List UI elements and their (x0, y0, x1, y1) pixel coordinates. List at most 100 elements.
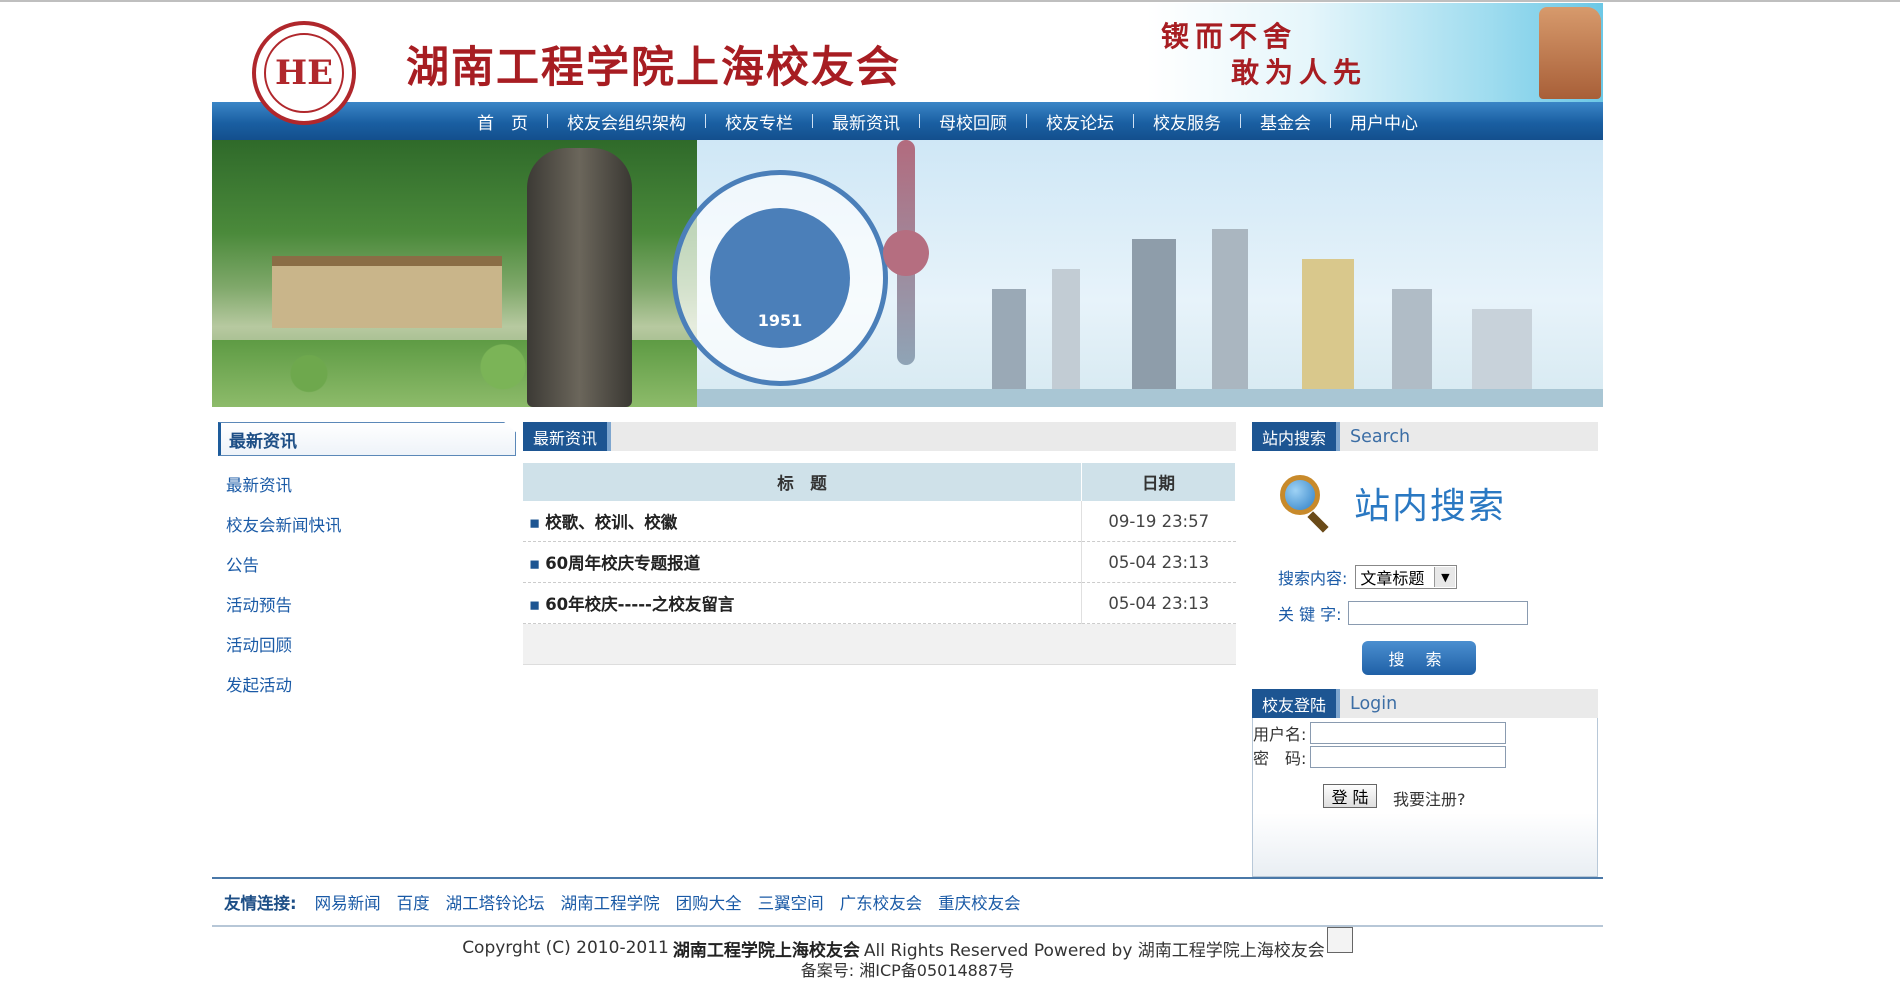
username-input[interactable] (1310, 722, 1507, 744)
left-sidebar: 最新资讯 最新资讯 校友会新闻快讯 公告 活动预告 活动回顾 发起活动 (218, 422, 516, 706)
site-header: HE 湖南工程学院上海校友会 锲而不舍 敢为人先 (212, 3, 1603, 125)
nav-separator (1330, 114, 1331, 128)
news-link[interactable]: 校歌、校训、校徽 (545, 513, 677, 532)
search-panel-header: 站内搜索 Search (1252, 422, 1598, 451)
copyright-prefix: Copyrght (C) 2010-2011 (462, 938, 669, 958)
table-row: ▪ 60年校庆-----之校友留言 05-04 23:13 (523, 582, 1236, 624)
empty-cell (523, 623, 1236, 665)
login-button[interactable]: 登 陆 (1323, 784, 1377, 808)
friend-link[interactable]: 三翼空间 (758, 890, 824, 914)
news-link[interactable]: 60年校庆-----之校友留言 (545, 595, 734, 614)
table-row: ▪ 校歌、校训、校徽 09-19 23:57 (523, 501, 1236, 542)
news-date-cell: 05-04 23:13 (1081, 541, 1236, 583)
search-content-label: 搜索内容: (1278, 569, 1348, 588)
bullet-icon: ▪ (529, 554, 541, 573)
search-button[interactable]: 搜 索 (1362, 641, 1476, 675)
nav-item-alumni-column[interactable]: 校友专栏 (725, 109, 793, 134)
hero-banner: 1951 (212, 140, 1603, 407)
left-sidebar-title: 最新资讯 (218, 422, 516, 456)
news-title-cell: ▪ 校歌、校训、校徽 (523, 501, 1082, 542)
nav-item-forum[interactable]: 校友论坛 (1046, 109, 1114, 134)
nav-separator (919, 114, 920, 128)
password-row: 密 码: (1253, 745, 1507, 769)
nav-item-school-review[interactable]: 母校回顾 (939, 109, 1007, 134)
sidebar-item-event-preview[interactable]: 活动预告 (226, 596, 292, 615)
nav-separator (705, 114, 706, 128)
content-columns: 最新资讯 最新资讯 校友会新闻快讯 公告 活动预告 活动回顾 发起活动 最新资讯… (212, 407, 1603, 880)
news-panel-header: 最新资讯 (523, 422, 1236, 451)
friend-links-label: 友情连接: (224, 894, 297, 913)
login-panel: 校友登陆 Login 用户名: 密 码: 登 陆 我要注册? (1252, 689, 1598, 877)
nav-separator (812, 114, 813, 128)
sidebar-item-start-event[interactable]: 发起活动 (226, 676, 292, 695)
nav-item-user-center[interactable]: 用户中心 (1350, 109, 1418, 134)
login-panel-tab: 校友登陆 (1252, 689, 1341, 718)
search-heading: 站内搜索 (1280, 475, 1507, 533)
banner-skyline (972, 229, 1603, 389)
friend-links-bar: 友情连接: 网易新闻 百度 湖工塔铃论坛 湖南工程学院 团购大全 三翼空间 广东… (212, 877, 1603, 927)
search-content-select[interactable]: 文章标题 ▼ (1355, 565, 1458, 589)
page-wrapper: HE 湖南工程学院上海校友会 锲而不舍 敢为人先 首 页 校友会组织架构 校友专… (212, 3, 1603, 880)
friend-link[interactable]: 湖南工程学院 (561, 890, 660, 914)
friend-link[interactable]: 百度 (397, 890, 430, 914)
friend-link[interactable]: 广东校友会 (840, 890, 923, 914)
login-panel-header: 校友登陆 Login (1252, 689, 1598, 718)
site-footer: Copyrght (C) 2010-2011 湖南工程学院上海校友会 All R… (212, 927, 1603, 981)
search-panel: 站内搜索 搜索内容: 文章标题 ▼ 关 键 字: 搜 索 (1252, 451, 1598, 681)
password-label: 密 码: (1253, 749, 1307, 768)
slogan-line-1: 锲而不舍 (1161, 20, 1298, 53)
stone-monument-image (1539, 7, 1601, 99)
table-pager-row (523, 623, 1236, 665)
register-link[interactable]: 我要注册? (1393, 786, 1466, 810)
site-stats-icon[interactable] (1326, 927, 1353, 953)
username-row: 用户名: (1253, 721, 1507, 745)
nav-item-services[interactable]: 校友服务 (1153, 109, 1221, 134)
search-panel-tab: 站内搜索 (1252, 422, 1341, 451)
school-logo-seal[interactable]: HE (252, 21, 356, 125)
login-form: 用户名: 密 码: 登 陆 我要注册? (1252, 718, 1598, 877)
nav-item-foundation[interactable]: 基金会 (1260, 109, 1311, 134)
banner-statue (527, 148, 632, 407)
news-panel-tab: 最新资讯 (523, 422, 612, 451)
copyright-line: Copyrght (C) 2010-2011 湖南工程学院上海校友会 All R… (212, 927, 1603, 961)
banner-river (697, 389, 1603, 407)
nav-separator (1026, 114, 1027, 128)
list-item: 校友会新闻快讯 (226, 506, 516, 546)
sidebar-item-event-review[interactable]: 活动回顾 (226, 636, 292, 655)
nav-item-home[interactable]: 首 页 (477, 109, 528, 134)
search-keyword-row: 关 键 字: (1278, 601, 1528, 625)
banner-house (272, 256, 502, 328)
slogan-line-2: 敢为人先 (1231, 56, 1368, 89)
news-title-cell: ▪ 60年校庆-----之校友留言 (523, 582, 1082, 624)
search-keyword-input[interactable] (1347, 601, 1528, 625)
news-table: 标 题 日期 ▪ 校歌、校训、校徽 09-19 23:57 ▪ 60周年校庆专题报道… (523, 463, 1236, 665)
right-sidebar: 站内搜索 Search 站内搜索 搜索内容: 文章标题 ▼ 关 键 字: 搜 索… (1252, 422, 1598, 877)
nav-separator (547, 114, 548, 128)
list-item: 活动预告 (226, 586, 516, 626)
news-date-cell: 05-04 23:13 (1081, 582, 1236, 624)
banner-tv-tower (883, 140, 929, 365)
nav-item-latest-news[interactable]: 最新资讯 (832, 109, 900, 134)
friend-link[interactable]: 重庆校友会 (938, 890, 1021, 914)
login-panel-subtitle: Login (1350, 693, 1398, 714)
search-keyword-label: 关 键 字: (1278, 605, 1342, 624)
icp-record: 备案号: 湘ICP备05014887号 (800, 961, 1015, 980)
password-input[interactable] (1310, 746, 1507, 768)
friend-link[interactable]: 团购大全 (676, 890, 742, 914)
nav-separator (1240, 114, 1241, 128)
school-emblem-icon: 1951 (672, 170, 888, 386)
sidebar-item-latest-news[interactable]: 最新资讯 (226, 476, 292, 495)
sidebar-item-news-flash[interactable]: 校友会新闻快讯 (226, 516, 342, 535)
list-item: 发起活动 (226, 666, 516, 706)
news-panel: 最新资讯 标 题 日期 ▪ 校歌、校训、校徽 09-19 23:57 ▪ 60周年校… (523, 422, 1236, 665)
search-heading-text: 站内搜索 (1354, 486, 1507, 527)
username-label: 用户名: (1253, 725, 1307, 744)
friend-link[interactable]: 湖工塔铃论坛 (446, 890, 545, 914)
search-content-value: 文章标题 (1360, 569, 1425, 588)
sidebar-item-announcements[interactable]: 公告 (226, 556, 259, 575)
news-link[interactable]: 60周年校庆专题报道 (545, 554, 700, 573)
search-content-row: 搜索内容: 文章标题 ▼ (1278, 565, 1458, 589)
news-title-cell: ▪ 60周年校庆专题报道 (523, 541, 1082, 583)
nav-item-organization[interactable]: 校友会组织架构 (567, 109, 686, 134)
friend-link[interactable]: 网易新闻 (315, 890, 381, 914)
